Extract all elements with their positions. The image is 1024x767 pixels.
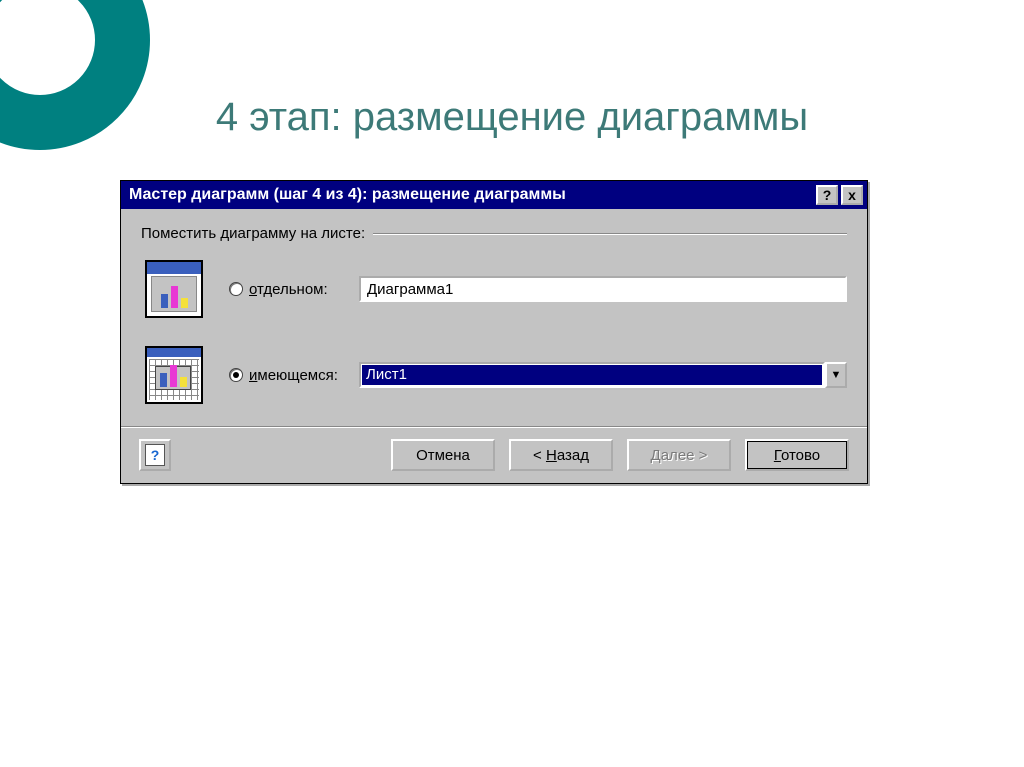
radio-separate-indicator [229, 282, 243, 296]
titlebar: Мастер диаграмм (шаг 4 из 4): размещение… [121, 181, 867, 209]
radio-existing-label: имеющемся: [249, 367, 338, 384]
option-row-existing: имеющемся: Лист1 ▼ [141, 346, 847, 404]
separate-sheet-name-input[interactable] [359, 276, 847, 302]
combo-display: Лист1 [359, 362, 825, 388]
slide-title: 4 этап: размещение диаграммы [0, 95, 1024, 140]
radio-separate[interactable]: отдельном: [229, 281, 359, 298]
dialog-footer: ? Отмена < Назад Далее > Готово [121, 426, 867, 483]
existing-sheet-combo[interactable]: Лист1 ▼ [359, 362, 847, 388]
help-icon: ? [145, 444, 165, 466]
titlebar-text: Мастер диаграмм (шаг 4 из 4): размещение… [129, 186, 813, 204]
titlebar-help-button[interactable]: ? [816, 185, 838, 205]
dialog-body: Поместить диаграмму на листе: отдельном: [121, 209, 867, 426]
group-divider [373, 233, 847, 235]
finish-button[interactable]: Готово [745, 439, 849, 471]
combo-dropdown-arrow[interactable]: ▼ [825, 362, 847, 388]
titlebar-close-button[interactable]: x [841, 185, 863, 205]
help-button[interactable]: ? [139, 439, 171, 471]
existing-sheet-icon [145, 346, 203, 404]
combo-selected-value: Лист1 [362, 365, 822, 385]
radio-separate-label: отдельном: [249, 281, 328, 298]
option-row-separate: отдельном: [141, 260, 847, 318]
cancel-button[interactable]: Отмена [391, 439, 495, 471]
back-button[interactable]: < Назад [509, 439, 613, 471]
group-label: Поместить диаграмму на листе: [141, 225, 847, 242]
separate-sheet-icon [145, 260, 203, 318]
next-button: Далее > [627, 439, 731, 471]
chart-wizard-dialog: Мастер диаграмм (шаг 4 из 4): размещение… [120, 180, 868, 484]
group-label-text: Поместить диаграмму на листе: [141, 225, 373, 242]
radio-existing-indicator [229, 368, 243, 382]
radio-existing[interactable]: имеющемся: [229, 367, 359, 384]
